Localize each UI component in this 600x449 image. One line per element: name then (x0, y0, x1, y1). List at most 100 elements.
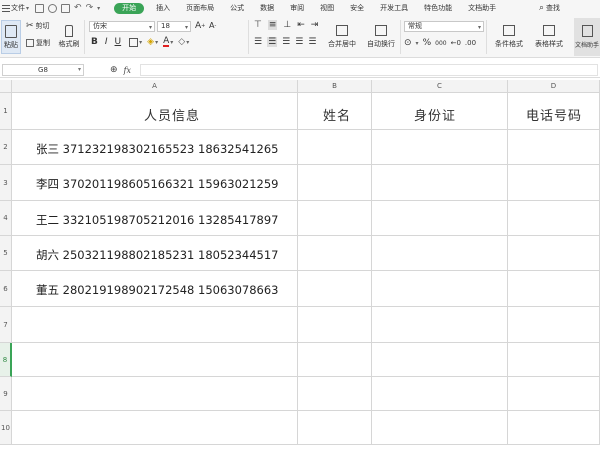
cell-b4[interactable] (298, 201, 372, 236)
name-box[interactable]: G8 ▾ (2, 64, 84, 76)
column-header-b[interactable]: B (298, 80, 372, 93)
row-header-6[interactable]: 6 (0, 271, 12, 307)
cell-a8[interactable] (12, 343, 298, 377)
align-right-icon[interactable]: ☰ (282, 37, 290, 47)
cell-d6[interactable] (508, 271, 600, 307)
align-bottom-icon[interactable]: ⊥ (283, 20, 291, 30)
tab-10[interactable]: 文档助手 (460, 0, 504, 16)
copy-button[interactable]: 复制 (26, 38, 50, 48)
font-color-icon[interactable]: A (163, 37, 170, 47)
font-grow-button[interactable]: A + (195, 21, 205, 31)
wrap-text-button[interactable]: 自动换行 (364, 20, 398, 54)
cell-d3[interactable] (508, 165, 600, 201)
chevron-down-icon[interactable]: ▾ (416, 40, 419, 47)
tab-6[interactable]: 视图 (312, 0, 342, 16)
font-size-select[interactable]: 18 ▾ (157, 21, 191, 32)
currency-icon[interactable]: ⊙ (404, 38, 412, 48)
cell-b6[interactable] (298, 271, 372, 307)
cut-button[interactable]: ✂ 剪切 (26, 21, 50, 31)
cell-c2[interactable] (372, 130, 508, 165)
fill-color-icon[interactable]: ◈ (147, 37, 154, 47)
tab-7[interactable]: 安全 (342, 0, 372, 16)
row-header-5[interactable]: 5 (0, 236, 12, 271)
cell-d2[interactable] (508, 130, 600, 165)
increase-decimal-icon[interactable]: ←0 (451, 39, 461, 47)
cell-d8[interactable] (508, 343, 600, 377)
cell-c10[interactable] (372, 411, 508, 445)
tab-1[interactable]: 插入 (148, 0, 178, 16)
cell-b9[interactable] (298, 377, 372, 411)
select-all-corner[interactable] (0, 80, 12, 93)
cell-c5[interactable] (372, 236, 508, 271)
merge-center-button[interactable]: 合并居中 (325, 20, 359, 54)
column-header-a[interactable]: A (12, 80, 298, 93)
decrease-decimal-icon[interactable]: .00 (465, 39, 476, 47)
tab-8[interactable]: 开发工具 (372, 0, 416, 16)
italic-button[interactable]: I (102, 37, 111, 47)
save-icon[interactable] (35, 3, 45, 13)
cell-a7[interactable] (12, 307, 298, 343)
tab-4[interactable]: 数据 (252, 0, 282, 16)
tab-2[interactable]: 页面布局 (178, 0, 222, 16)
distribute-icon[interactable]: ☰ (308, 37, 316, 47)
file-menu[interactable]: 文件 ▾ (0, 3, 29, 13)
cell-a10[interactable] (12, 411, 298, 445)
underline-button[interactable]: U (112, 37, 125, 47)
row-header-4[interactable]: 4 (0, 201, 12, 236)
number-format-select[interactable]: 常规 ▾ (404, 21, 484, 32)
fx-button[interactable]: fx (124, 66, 131, 75)
cell-b10[interactable] (298, 411, 372, 445)
percent-button[interactable]: % (423, 38, 432, 48)
search-box[interactable]: ⌕ 查找 (539, 0, 560, 16)
cell-d9[interactable] (508, 377, 600, 411)
font-shrink-button[interactable]: A- (209, 21, 216, 30)
chevron-down-icon[interactable]: ▾ (155, 39, 158, 46)
cell-c4[interactable] (372, 201, 508, 236)
cell-b5[interactable] (298, 236, 372, 271)
undo-icon[interactable]: ↶ (74, 3, 82, 13)
indent-increase-icon[interactable]: ⇥ (311, 20, 319, 30)
format-painter-button[interactable]: 格式刷 (57, 20, 81, 54)
cell-b7[interactable] (298, 307, 372, 343)
cell-c9[interactable] (372, 377, 508, 411)
border-icon[interactable] (129, 37, 139, 47)
zoom-icon[interactable]: ⊕ (110, 65, 118, 75)
align-center-icon[interactable]: ☰ (267, 37, 278, 47)
conditional-format-button[interactable]: 条件格式 (490, 20, 528, 54)
cell-c8[interactable] (372, 343, 508, 377)
bold-button[interactable]: B (88, 37, 101, 47)
cell-b3[interactable] (298, 165, 372, 201)
row-header-8[interactable]: 8 (0, 343, 12, 377)
cell-c6[interactable] (372, 271, 508, 307)
indent-decrease-icon[interactable]: ⇤ (297, 20, 305, 30)
doc-assistant-button[interactable]: 文档助手 (574, 18, 600, 56)
row-header-10[interactable]: 10 (0, 411, 12, 445)
tab-0[interactable]: 开始 (114, 2, 145, 14)
preview-icon[interactable] (61, 3, 71, 13)
tab-5[interactable]: 审阅 (282, 0, 312, 16)
column-header-d[interactable]: D (508, 80, 600, 93)
tab-3[interactable]: 公式 (222, 0, 252, 16)
chevron-down-icon[interactable]: ▾ (186, 39, 189, 46)
cell-b8[interactable] (298, 343, 372, 377)
cell-b2[interactable] (298, 130, 372, 165)
font-name-select[interactable]: 仿宋 ▾ (89, 21, 155, 32)
paste-button[interactable]: 粘贴 (1, 20, 21, 54)
clear-format-icon[interactable]: ◇ (178, 37, 185, 47)
align-top-icon[interactable]: ⊤ (254, 20, 262, 30)
cell-a9[interactable] (12, 377, 298, 411)
cell-d7[interactable] (508, 307, 600, 343)
formula-input[interactable] (140, 64, 598, 76)
row-header-9[interactable]: 9 (0, 377, 12, 411)
row-header-2[interactable]: 2 (0, 130, 12, 165)
column-header-c[interactable]: C (372, 80, 508, 93)
thousands-button[interactable]: 000 (435, 40, 446, 47)
cell-d10[interactable] (508, 411, 600, 445)
cell-c7[interactable] (372, 307, 508, 343)
tab-9[interactable]: 特色功能 (416, 0, 460, 16)
chevron-down-icon[interactable]: ▾ (139, 39, 142, 46)
table-style-button[interactable]: 表格样式 (530, 20, 568, 54)
justify-icon[interactable]: ☰ (295, 37, 303, 47)
align-middle-icon[interactable]: ≡ (267, 20, 278, 30)
cell-d4[interactable] (508, 201, 600, 236)
